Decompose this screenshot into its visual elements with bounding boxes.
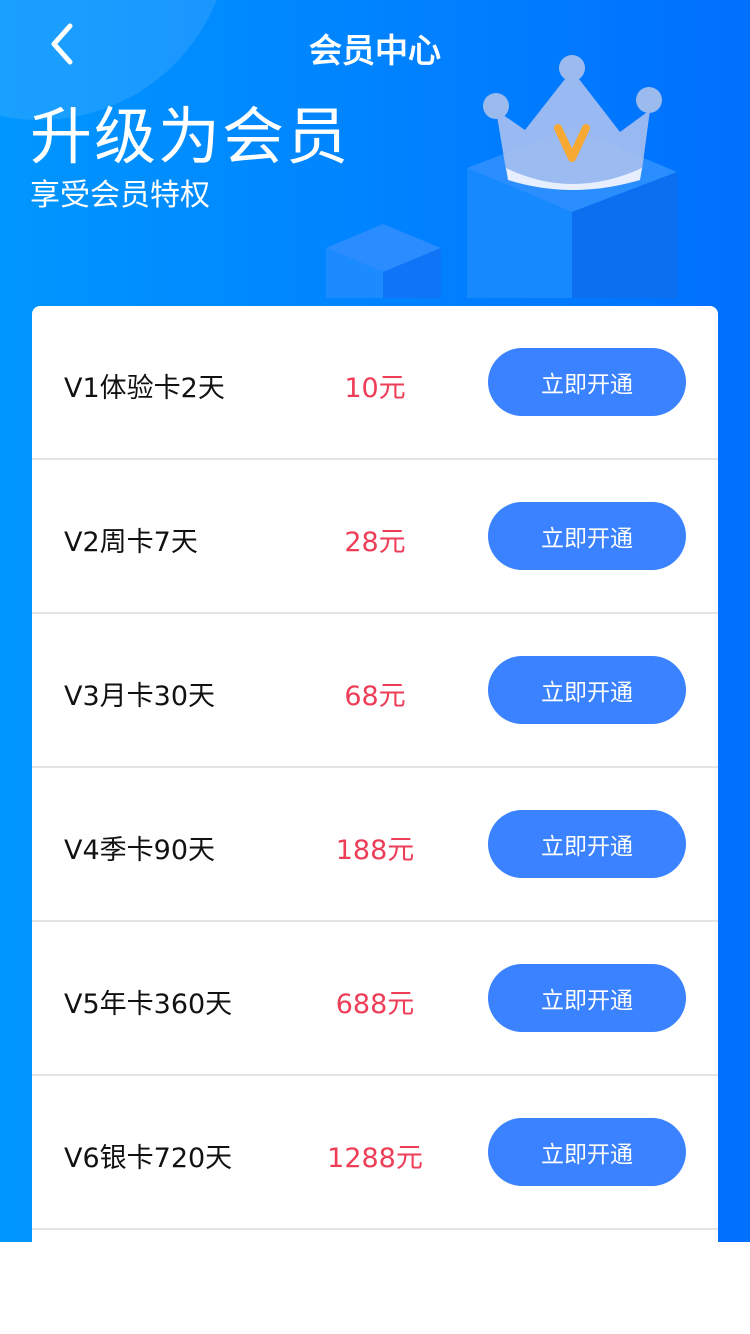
activate-button[interactable]: 立即开通: [488, 810, 686, 878]
plan-price: 68元: [344, 681, 406, 712]
plan-name: V5年卡360天: [64, 989, 233, 1020]
plan-name: V6银卡720天: [64, 1143, 233, 1174]
plan-row: V6银卡720天 1288元 立即开通: [32, 1076, 718, 1230]
activate-button[interactable]: 立即开通: [488, 656, 686, 724]
plan-price: 1288元: [327, 1143, 423, 1174]
subheadline: 享受会员特权: [30, 178, 210, 213]
plan-list: V1体验卡2天 10元 立即开通 V2周卡7天 28元 立即开通 V3月卡30天 68元立…: [32, 306, 718, 1242]
plan-row: V1体验卡2天 10元 立即开通: [32, 306, 718, 460]
plan-price: 10元: [344, 373, 406, 404]
plan-name: V3月卡30天: [64, 681, 216, 712]
activate-button[interactable]: 立即开通: [488, 964, 686, 1032]
plan-row: V3月卡30天 68元 立即开通: [32, 614, 718, 768]
headline: 升级为会员: [30, 100, 351, 173]
activate-button[interactable]: 立即开通: [488, 1118, 686, 1186]
plan-price: 28元: [344, 527, 406, 558]
plan-price: 188元: [335, 835, 415, 866]
plan-name: V1体验卡2天: [64, 373, 225, 404]
plan-name: V4季卡90天: [64, 835, 216, 866]
plan-row: V2周卡7天 28元 立即开通: [32, 460, 718, 614]
plan-price: 688元: [335, 989, 415, 1020]
page-title: 会员中心: [309, 31, 441, 70]
plan-name: V2周卡7天: [64, 527, 198, 558]
plan-row: V4季卡90天 188元 立即开通: [32, 768, 718, 922]
activate-button[interactable]: 立即开通: [488, 502, 686, 570]
activate-button[interactable]: 立即开通: [488, 348, 686, 416]
crown-podium-icon: [326, 55, 677, 298]
plan-row: V5年卡360天 688元 立即开通: [32, 922, 718, 1076]
